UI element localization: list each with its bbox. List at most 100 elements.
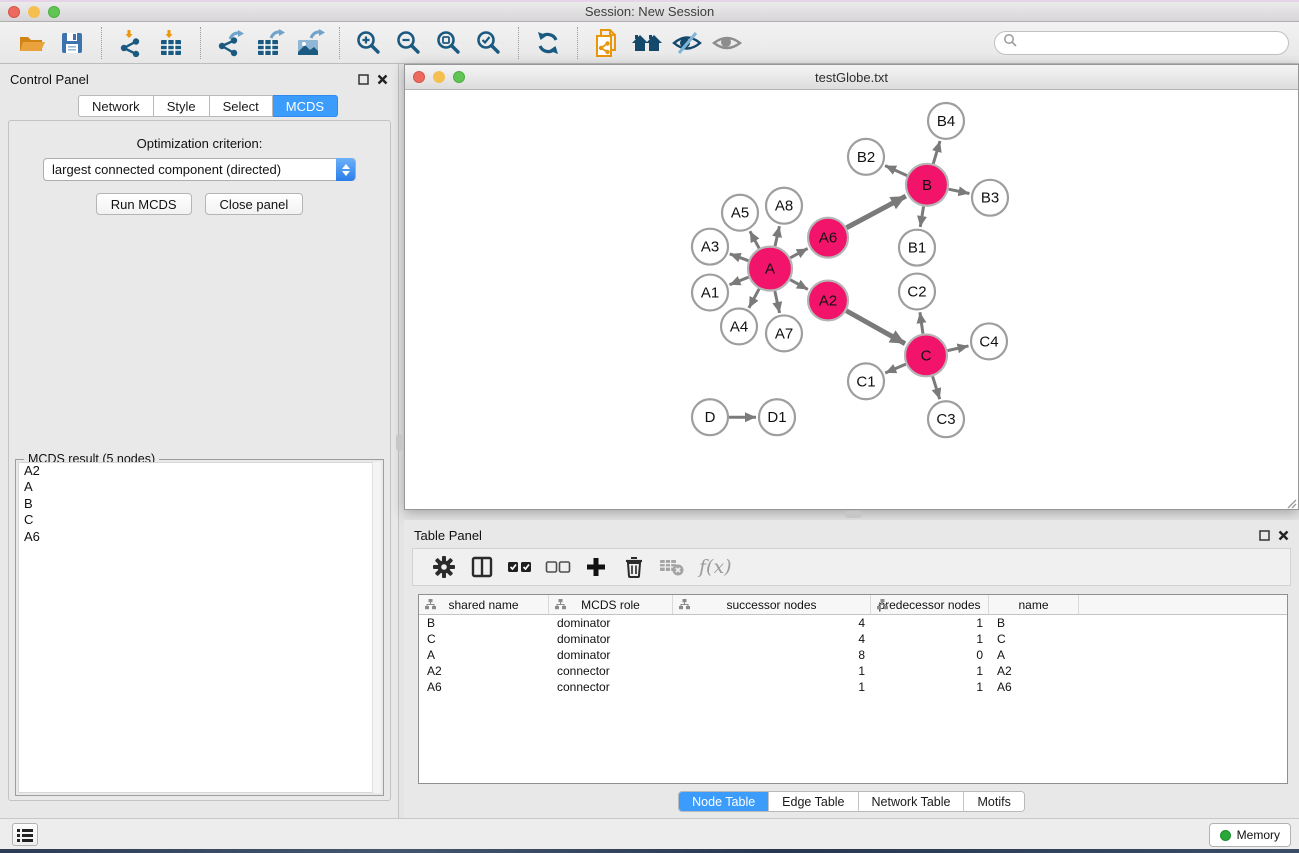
hide-graphics-details-icon[interactable] (669, 26, 705, 60)
unselect-all-checkboxes-icon[interactable] (541, 552, 575, 582)
node-table: shared name MCDS role successor nodes pr… (418, 594, 1288, 784)
table-row[interactable]: Adominator80A (419, 647, 1287, 663)
mcds-result-item[interactable]: A (19, 479, 380, 495)
network-canvas[interactable]: B4B2BB3A8A5A6B1A3AA1C2A2A4A7CC4C1C3DD1 (405, 90, 1298, 509)
toolbar-separator (101, 27, 102, 59)
toolbar-separator (200, 27, 201, 59)
select-all-checkboxes-icon[interactable] (503, 552, 537, 582)
table-cell: B (419, 615, 549, 631)
trash-icon[interactable] (617, 552, 651, 582)
gear-icon[interactable] (427, 552, 461, 582)
mcds-result-item[interactable]: A2 (19, 463, 380, 479)
save-icon[interactable] (54, 26, 90, 60)
node-label-B4: B4 (937, 113, 955, 130)
add-column-icon[interactable] (579, 552, 613, 582)
table-row[interactable]: Cdominator41C (419, 631, 1287, 647)
refresh-icon[interactable] (530, 26, 566, 60)
edge-A6-B[interactable] (847, 196, 906, 228)
edge-A-A6[interactable] (790, 248, 807, 257)
close-panel-button[interactable]: Close panel (205, 193, 304, 215)
search-input[interactable] (1017, 36, 1267, 50)
delete-table-icon[interactable] (655, 552, 689, 582)
table-cell: 4 (673, 631, 871, 647)
mcds-result-item[interactable]: A6 (19, 529, 380, 545)
vertical-scrollbar-thumb[interactable] (396, 434, 403, 451)
table-row[interactable]: A2connector11A2 (419, 663, 1287, 679)
run-mcds-button[interactable]: Run MCDS (96, 193, 192, 215)
zoom-fit-icon[interactable] (431, 26, 467, 60)
edge-B-B1[interactable] (920, 206, 923, 226)
edge-A-A3[interactable] (730, 254, 749, 261)
tab-node-table[interactable]: Node Table (679, 792, 769, 811)
edge-A2-C[interactable] (846, 311, 905, 344)
close-panel-icon[interactable] (1278, 528, 1289, 546)
mcds-result-item[interactable]: C (19, 512, 380, 528)
column-header-name[interactable]: name (989, 595, 1079, 614)
import-network-icon[interactable] (113, 26, 149, 60)
function-builder-icon[interactable]: f(x) (699, 556, 732, 578)
table-toolbar: f(x) (412, 548, 1291, 586)
table-row[interactable]: Bdominator41B (419, 615, 1287, 631)
homes-icon[interactable] (629, 26, 665, 60)
optimization-criterion-select[interactable]: largest connected component (directed) (43, 158, 356, 181)
tab-select[interactable]: Select (210, 95, 273, 117)
split-columns-icon[interactable] (465, 552, 499, 582)
table-body: Bdominator41BCdominator41CAdominator80AA… (419, 615, 1287, 695)
edge-A-A2[interactable] (790, 280, 808, 290)
export-image-icon[interactable] (292, 26, 328, 60)
edge-C-C3[interactable] (933, 376, 940, 399)
column-header-predecessor-nodes[interactable]: predecessor nodes (871, 595, 989, 614)
mcds-list-scrollbar[interactable] (372, 462, 381, 793)
table-header-row: shared name MCDS role successor nodes pr… (419, 595, 1287, 615)
tab-network-table[interactable]: Network Table (859, 792, 965, 811)
edge-B-B3[interactable] (949, 189, 970, 193)
float-panel-icon[interactable] (1259, 528, 1270, 546)
tab-network[interactable]: Network (78, 95, 154, 117)
table-cell: A6 (419, 679, 549, 695)
eye-icon[interactable] (709, 26, 745, 60)
table-cell: dominator (549, 615, 673, 631)
search-box[interactable] (994, 31, 1289, 55)
column-type-icon (425, 599, 436, 613)
edge-C-C2[interactable] (920, 312, 923, 333)
tab-mcds[interactable]: MCDS (273, 95, 338, 117)
new-network-from-selection-icon[interactable] (589, 26, 625, 60)
column-header-shared-name[interactable]: shared name (419, 595, 549, 614)
zoom-in-icon[interactable] (351, 26, 387, 60)
window-resize-grip[interactable] (1285, 496, 1297, 508)
table-panel-title: Table Panel (414, 528, 482, 543)
edge-B-B4[interactable] (933, 141, 940, 164)
edge-B-B2[interactable] (885, 166, 907, 176)
toolbar-separator (339, 27, 340, 59)
zoom-selected-icon[interactable] (471, 26, 507, 60)
mcds-result-list[interactable]: A2ABCA6 (18, 462, 381, 793)
node-label-C4: C4 (979, 333, 998, 350)
tab-style[interactable]: Style (154, 95, 210, 117)
edge-A-A1[interactable] (729, 277, 748, 285)
edge-C-C1[interactable] (885, 364, 906, 373)
network-window-titlebar[interactable]: testGlobe.txt (405, 65, 1298, 90)
column-header-successor-nodes[interactable]: successor nodes (673, 595, 871, 614)
export-table-icon[interactable] (252, 26, 288, 60)
task-history-button[interactable] (12, 823, 38, 846)
edge-C-C4[interactable] (947, 346, 968, 351)
table-cell (1079, 647, 1287, 663)
edge-A-A7[interactable] (775, 291, 780, 313)
edge-A-A5[interactable] (750, 231, 759, 248)
export-network-icon[interactable] (212, 26, 248, 60)
float-panel-icon[interactable] (358, 72, 369, 90)
tab-motifs[interactable]: Motifs (964, 792, 1023, 811)
import-table-icon[interactable] (153, 26, 189, 60)
table-cell: dominator (549, 647, 673, 663)
table-row[interactable]: A6connector11A6 (419, 679, 1287, 695)
mcds-result-item[interactable]: B (19, 496, 380, 512)
edge-A-A4[interactable] (749, 289, 759, 308)
open-folder-icon[interactable] (14, 26, 50, 60)
edge-A-A8[interactable] (775, 226, 779, 246)
zoom-out-icon[interactable] (391, 26, 427, 60)
close-panel-icon[interactable] (377, 72, 388, 90)
column-header-mcds-role[interactable]: MCDS role (549, 595, 673, 614)
memory-button[interactable]: Memory (1209, 823, 1291, 847)
horizontal-scrollbar-thumb[interactable] (845, 511, 862, 518)
tab-edge-table[interactable]: Edge Table (769, 792, 858, 811)
